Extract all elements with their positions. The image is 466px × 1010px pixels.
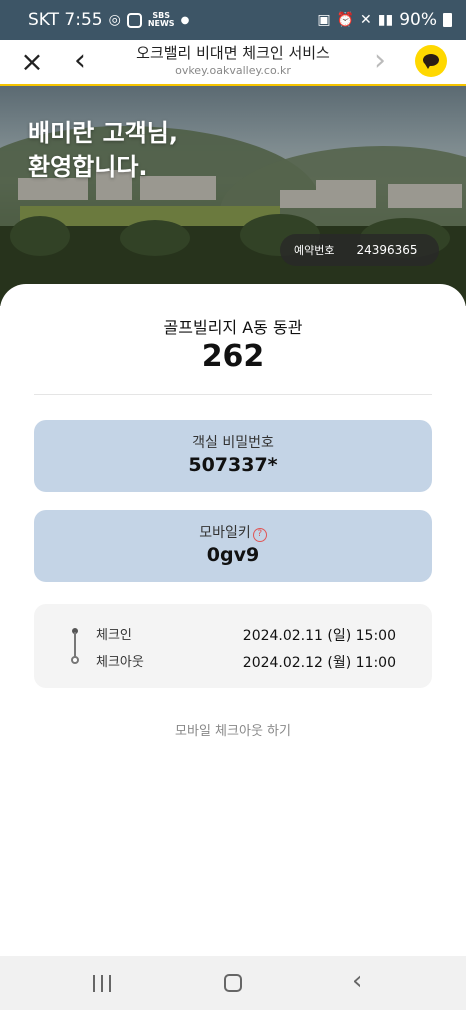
checkin-datetime: 2024.02.11 (일) 15:00 — [242, 628, 396, 644]
building-name: 골프빌리지 A동 동관 — [163, 318, 303, 337]
battery-percent: 90% — [399, 10, 437, 30]
back-icon[interactable]: ‹ — [352, 968, 362, 994]
checkin-card: 골프빌리지 A동 동관 262 객실 비밀번호 507337* 모바일키? 0g… — [0, 284, 466, 956]
welcome-message: 배미란 고객님, 환영합니다. — [28, 116, 178, 184]
page-url: ovkey.oakvalley.co.kr — [175, 64, 291, 77]
checkin-label: 체크인 — [96, 628, 132, 643]
browser-header: × ‹ 오크밸리 비대면 체크인 서비스 ovkey.oakvalley.co.… — [0, 40, 466, 84]
mobile-key-value: 0gv9 — [206, 544, 260, 566]
timeline-end-dot — [71, 656, 79, 664]
room-password-label: 객실 비밀번호 — [192, 435, 274, 451]
timeline-line — [74, 632, 76, 658]
status-bar: SKT 7:55 ◎ SBS NEWS ● ▣ ⏰ ✕ ▮▮ 90% — [0, 0, 466, 40]
stay-schedule-box: 체크인 2024.02.11 (일) 15:00 체크아웃 2024.02.12… — [34, 604, 432, 688]
tree — [10, 216, 70, 256]
welcome-line-1: 배미란 고객님, — [28, 119, 178, 147]
hero-resort-image: 배미란 고객님, 환영합니다. 예약번호 24396365 — [0, 86, 466, 306]
chevron-left-icon[interactable]: ‹ — [68, 46, 92, 76]
sbs-news-icon: SBS NEWS — [147, 11, 175, 28]
resort-building — [316, 180, 376, 208]
mobile-key-label-row: 모바일키? — [34, 522, 432, 542]
home-app-icon — [126, 12, 142, 28]
room-password-box: 객실 비밀번호 507337* — [34, 420, 432, 492]
reservation-label: 예약번호 — [294, 244, 335, 257]
carrier-time: SKT 7:55 — [28, 10, 103, 30]
room-number: 262 — [201, 339, 265, 374]
mobile-key-box: 모바일키? 0gv9 — [34, 510, 432, 582]
resort-building — [388, 184, 462, 208]
notification-dot-icon: ● — [180, 14, 190, 26]
battery-saver-icon: ▣ — [317, 12, 331, 28]
welcome-line-2: 환영합니다. — [28, 153, 148, 181]
reservation-number: 24396365 — [356, 243, 418, 257]
instagram-icon: ◎ — [108, 12, 121, 28]
kakao-bubble-tail — [425, 64, 431, 69]
mute-icon: ✕ — [360, 12, 372, 28]
mobile-checkout-link[interactable]: 모바일 체크아웃 하기 — [0, 720, 466, 739]
close-icon[interactable]: × — [18, 48, 46, 76]
room-password-value: 507337* — [188, 454, 278, 476]
divider — [34, 394, 432, 395]
reservation-number-badge: 예약번호 24396365 — [280, 234, 439, 266]
resort-building — [280, 190, 320, 208]
page-title: 오크밸리 비대면 체크인 서비스 — [136, 44, 330, 62]
battery-icon — [443, 13, 452, 27]
system-nav-bar: ‹ — [0, 956, 466, 1010]
signal-5g-icon: ▮▮ — [377, 12, 394, 28]
question-circle-icon[interactable]: ? — [252, 528, 267, 542]
tree — [120, 220, 190, 256]
alarm-icon: ⏰ — [336, 12, 355, 28]
mobile-key-label: 모바일키 — [199, 525, 251, 541]
chevron-right-icon[interactable]: › — [368, 46, 392, 76]
checkout-datetime: 2024.02.12 (월) 11:00 — [242, 655, 396, 671]
home-icon[interactable] — [224, 974, 242, 992]
checkout-label: 체크아웃 — [96, 655, 144, 670]
recent-apps-icon[interactable] — [93, 975, 111, 992]
kakaotalk-icon[interactable] — [415, 45, 447, 77]
